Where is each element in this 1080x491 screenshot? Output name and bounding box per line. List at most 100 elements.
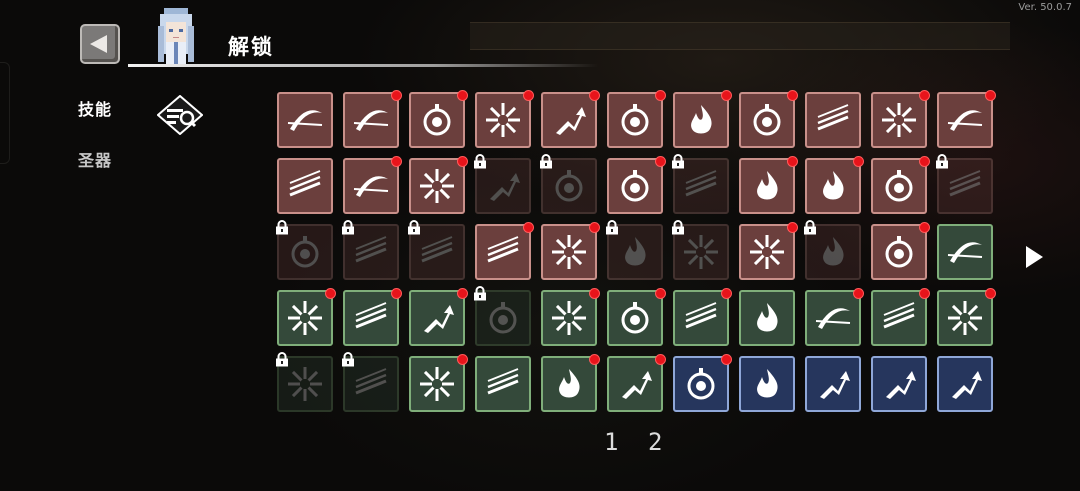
ground-slash-icon [947, 242, 983, 263]
skill-slot[interactable] [871, 92, 927, 148]
spear-throw-icon [949, 170, 981, 197]
new-badge [919, 90, 930, 101]
lock-icon [276, 220, 288, 235]
skill-slot[interactable] [541, 356, 597, 412]
skill-slot[interactable] [871, 356, 927, 412]
new-badge [457, 90, 468, 101]
skill-slot[interactable] [475, 92, 531, 148]
new-badge [655, 288, 666, 299]
next-page-arrow-icon[interactable] [1026, 246, 1043, 268]
new-badge [391, 90, 402, 101]
sword-orb-icon [885, 236, 913, 268]
lock-icon [804, 220, 816, 235]
new-badge [853, 156, 864, 167]
new-badge [457, 354, 468, 365]
water-spirit-icon [757, 303, 778, 332]
fist-slam-icon [424, 305, 454, 333]
new-badge [721, 90, 732, 101]
skill-slot[interactable] [541, 224, 597, 280]
skill-slot[interactable] [937, 92, 993, 148]
vortex-icon [555, 170, 583, 202]
skill-slot[interactable] [739, 92, 795, 148]
frost-orb-icon [621, 104, 649, 136]
skill-slot[interactable] [805, 158, 861, 214]
skill-slot[interactable] [673, 356, 729, 412]
new-badge [391, 288, 402, 299]
claw-strike-icon [355, 236, 387, 263]
new-badge [787, 222, 798, 233]
water-drop-icon [559, 369, 580, 398]
lock-icon [474, 286, 486, 301]
skill-slot[interactable] [343, 92, 399, 148]
skill-slot[interactable] [805, 290, 861, 346]
stairs-up-icon [886, 371, 916, 399]
search-filter-icon[interactable] [157, 95, 203, 135]
skill-slot[interactable] [805, 92, 861, 148]
spark-trail-icon [421, 236, 453, 263]
skill-slot[interactable] [277, 158, 333, 214]
spinning-blades-icon [420, 367, 454, 401]
skill-slot[interactable] [607, 92, 663, 148]
lock-icon [276, 352, 288, 367]
arrow-volley-icon [685, 170, 717, 197]
skill-slot[interactable] [277, 290, 333, 346]
page-2-button[interactable]: 2 [648, 428, 662, 456]
hourglass-up-icon [820, 371, 850, 399]
orb-burst-icon [489, 302, 517, 334]
skill-slot[interactable] [673, 92, 729, 148]
skill-slot[interactable] [409, 158, 465, 214]
feather-dart-icon [353, 176, 389, 197]
version-label: Ver. 50.0.7 [1018, 2, 1072, 13]
gauntlet-icon [823, 171, 844, 200]
side-panel-edge [0, 62, 10, 164]
skill-slot[interactable] [673, 290, 729, 346]
skill-slot[interactable] [475, 224, 531, 280]
skill-slot[interactable] [937, 290, 993, 346]
skill-slot[interactable] [739, 290, 795, 346]
flame-orb-icon [691, 105, 712, 134]
skill-slot[interactable] [805, 356, 861, 412]
skill-slot[interactable] [541, 92, 597, 148]
skill-slot[interactable] [739, 158, 795, 214]
pulse-wave-icon [552, 235, 586, 269]
skill-slot[interactable] [409, 290, 465, 346]
shield-crest-icon [423, 104, 451, 136]
skill-slot[interactable] [607, 290, 663, 346]
skull-shatter-icon [552, 301, 586, 335]
skill-slot[interactable] [871, 158, 927, 214]
skill-slot[interactable] [871, 224, 927, 280]
skill-slot[interactable] [409, 92, 465, 148]
new-badge [523, 222, 534, 233]
new-badge [457, 156, 468, 167]
tab-skills[interactable]: 技能 [78, 96, 112, 120]
flame-burst-icon [625, 237, 646, 266]
new-badge [655, 156, 666, 167]
skill-slot[interactable] [541, 290, 597, 346]
bone-armor-icon [622, 371, 652, 399]
skill-slot[interactable] [343, 158, 399, 214]
tab-relics[interactable]: 圣器 [78, 147, 112, 171]
dash-stars-icon [288, 301, 322, 335]
skill-slot[interactable] [409, 356, 465, 412]
skill-slot[interactable] [871, 290, 927, 346]
lightning-bolt-icon [355, 302, 387, 329]
skill-slot[interactable] [475, 356, 531, 412]
skill-slot[interactable] [277, 92, 333, 148]
fanged-maw-icon [750, 235, 784, 269]
skill-slot[interactable] [607, 356, 663, 412]
triple-arrows-icon [817, 104, 849, 131]
skill-slot[interactable] [937, 224, 993, 280]
skill-slot[interactable] [343, 290, 399, 346]
new-badge [589, 222, 600, 233]
blade-cross-icon [487, 236, 519, 263]
sword-beam-icon [685, 302, 717, 329]
back-button[interactable] [80, 24, 120, 64]
lock-icon [936, 154, 948, 169]
skill-slot[interactable] [607, 158, 663, 214]
skill-slot[interactable] [937, 356, 993, 412]
skill-slot[interactable] [739, 224, 795, 280]
new-badge [787, 156, 798, 167]
dust-cloud-icon [288, 367, 322, 401]
page-1-button[interactable]: 1 [604, 428, 618, 456]
skill-slot[interactable] [739, 356, 795, 412]
